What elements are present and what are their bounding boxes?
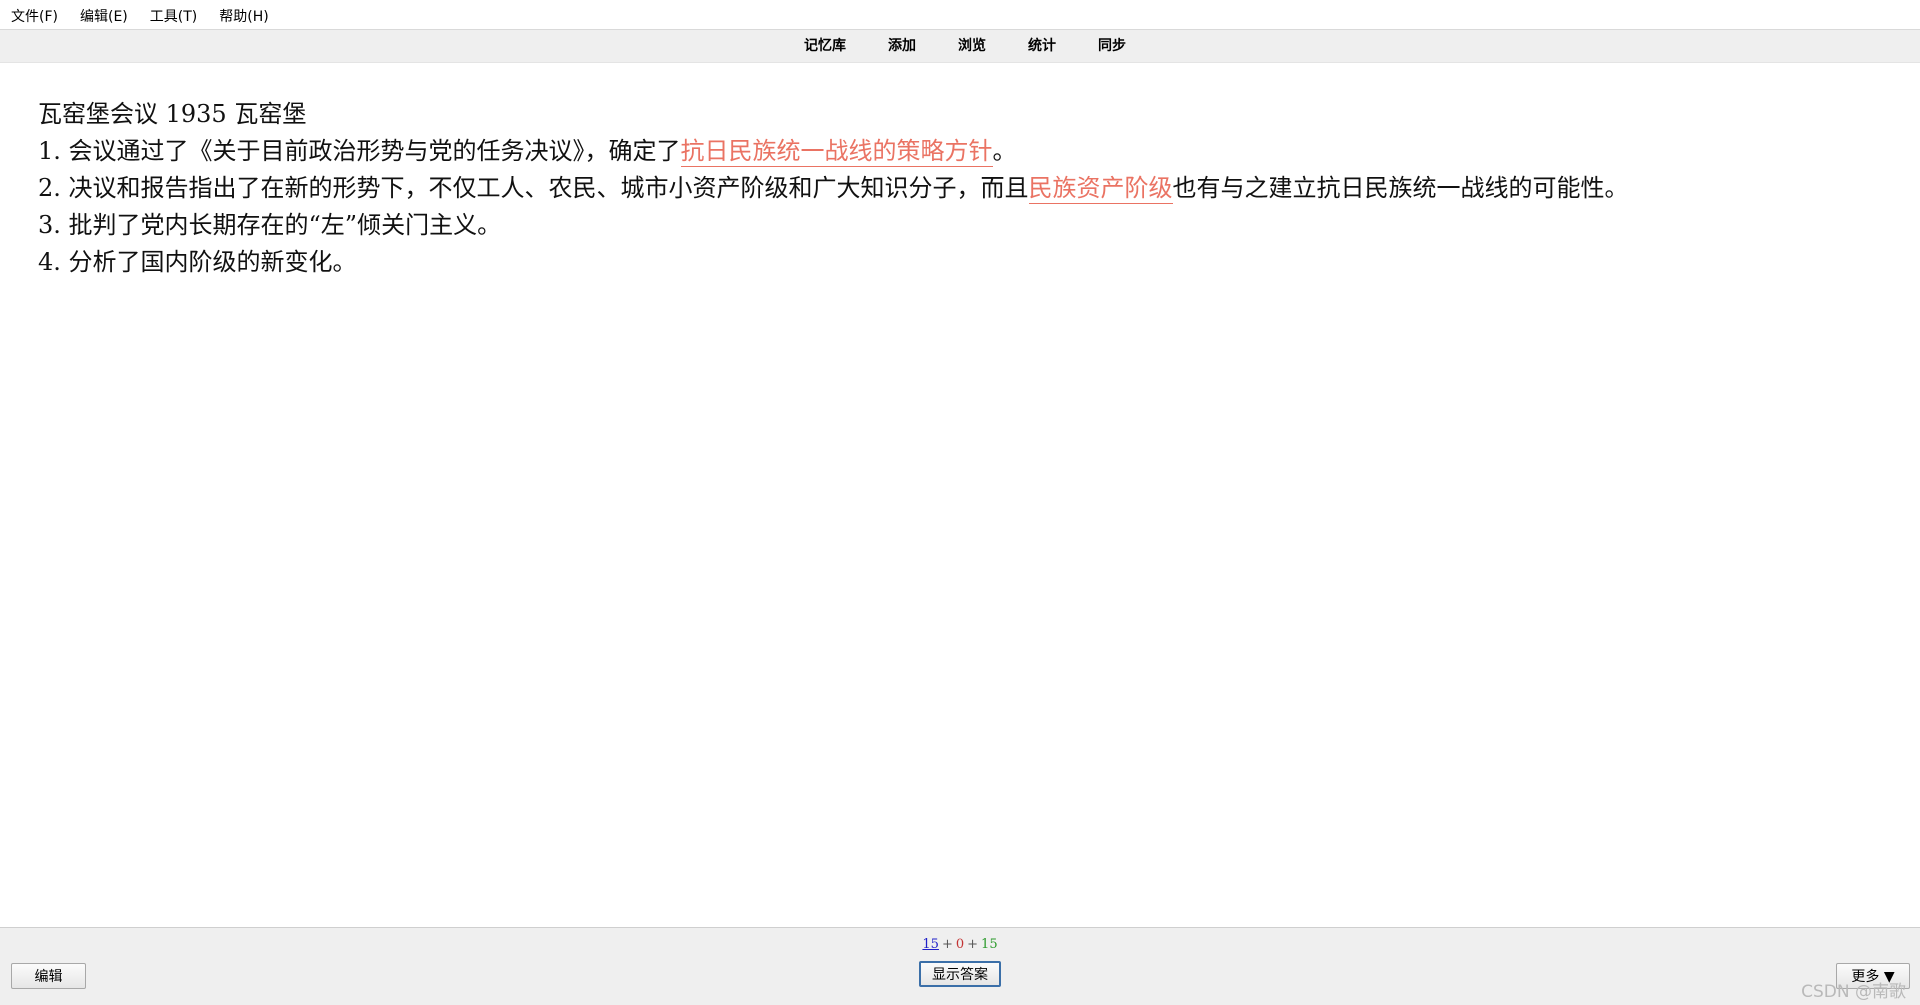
card-line-2-end: 也有与之建立抗日民族统一战线的可能性。 (1172, 174, 1629, 202)
edit-button[interactable]: 编辑 (11, 963, 86, 989)
count-separator: + (967, 937, 979, 952)
cloze-deletion: 民族资产阶级 (1028, 174, 1173, 204)
toolbar-sync[interactable]: 同步 (1088, 30, 1126, 63)
due-counts: 15 +0 +15 (0, 937, 1920, 952)
card-line-4: 4. 分析了国内阶级的新变化。 (38, 248, 357, 276)
new-count: 15 (922, 937, 939, 952)
card-title: 瓦窑堡会议 1935 瓦窑堡 (38, 100, 307, 128)
toolbar-browse[interactable]: 浏览 (948, 30, 986, 63)
card-line-2: 2. 决议和报告指出了在新的形势下，不仅工人、农民、城市小资产阶级和广大知识分子… (38, 170, 1900, 207)
card-line-1-end: 。 (992, 137, 1017, 165)
card-content: 瓦窑堡会议 1935 瓦窑堡 1. 会议通过了《关于目前政治形势与党的任务决议》… (38, 96, 1900, 281)
review-count: 15 (981, 937, 998, 952)
menu-file[interactable]: 文件(F) (8, 0, 69, 30)
toolbar-decks[interactable]: 记忆库 (794, 30, 846, 63)
learn-count: 0 (955, 937, 965, 952)
card-line-1: 1. 会议通过了《关于目前政治形势与党的任务决议》，确定了抗日民族统一战线的策略… (38, 133, 1900, 170)
menu-bar: 文件(F) 编辑(E) 工具(T) 帮助(H) (0, 0, 1920, 30)
card-line-2-text: 2. 决议和报告指出了在新的形势下，不仅工人、农民、城市小资产阶级和广大知识分子… (38, 174, 1029, 202)
menu-help[interactable]: 帮助(H) (208, 0, 279, 30)
card-line-1-text: 1. 会议通过了《关于目前政治形势与党的任务决议》，确定了 (38, 137, 681, 165)
menu-tools[interactable]: 工具(T) (139, 0, 208, 30)
menu-edit[interactable]: 编辑(E) (69, 0, 139, 30)
main-toolbar: 记忆库 添加 浏览 统计 同步 (0, 30, 1920, 63)
toolbar-stats[interactable]: 统计 (1018, 30, 1056, 63)
toolbar-add[interactable]: 添加 (878, 30, 916, 63)
card-line-3: 3. 批判了党内长期存在的“左”倾关门主义。 (38, 211, 502, 239)
count-separator: + (941, 937, 953, 952)
show-answer-button[interactable]: 显示答案 (919, 961, 1001, 987)
review-bottom-bar: 15 +0 +15 编辑 显示答案 更多 ▼ (0, 927, 1920, 1005)
watermark: CSDN @南歌 (1801, 982, 1906, 1002)
cloze-deletion: 抗日民族统一战线的策略方针 (680, 137, 993, 167)
